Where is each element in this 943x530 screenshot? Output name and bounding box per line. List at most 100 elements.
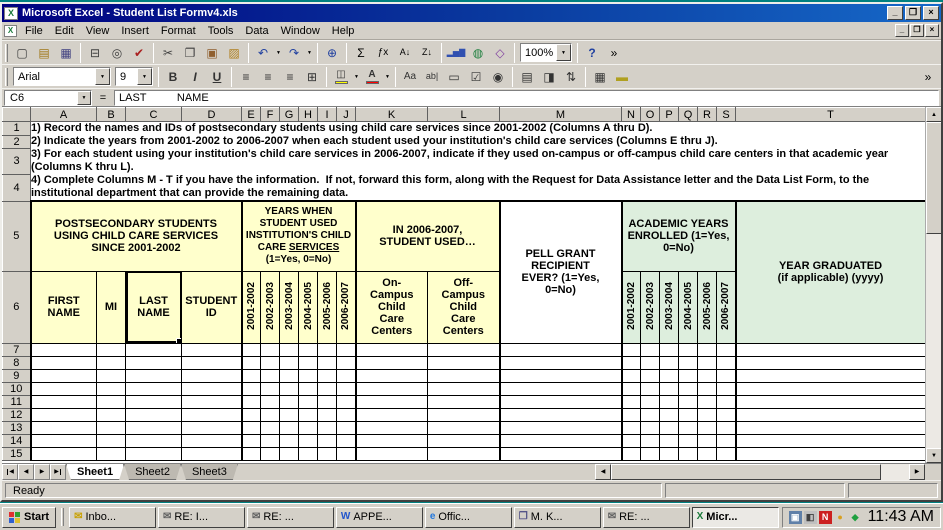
instruction-cell-4[interactable]: 4) Complete Columns M - T if you have th… (31, 174, 926, 201)
zoom-select[interactable]: 100%▼ (520, 43, 572, 62)
cell-O8[interactable] (641, 356, 660, 369)
cell-O12[interactable] (641, 408, 660, 421)
cell-A9[interactable] (31, 369, 97, 382)
cell-R15[interactable] (698, 447, 717, 460)
cell-Q12[interactable] (679, 408, 698, 421)
cell-G9[interactable] (280, 369, 299, 382)
column-header-K[interactable]: K (356, 108, 428, 122)
cell-B13[interactable] (97, 421, 126, 434)
cell-M10[interactable] (500, 382, 622, 395)
option-button-control-button[interactable]: ◉ (487, 67, 509, 87)
cell-A8[interactable] (31, 356, 97, 369)
cell-A11[interactable] (31, 395, 97, 408)
cell-C8[interactable] (126, 356, 182, 369)
new-button[interactable]: ▢ (11, 43, 33, 63)
cell-H9[interactable] (299, 369, 318, 382)
cell-N10[interactable] (622, 382, 641, 395)
edit-formula-button[interactable]: = (97, 92, 109, 104)
cell-O14[interactable] (641, 434, 660, 447)
underline-button[interactable]: U (206, 67, 228, 87)
cell-M11[interactable] (500, 395, 622, 408)
cell-R8[interactable] (698, 356, 717, 369)
column-header-R[interactable]: R (698, 108, 717, 122)
cell-T7[interactable] (736, 343, 926, 356)
cell-J12[interactable] (337, 408, 356, 421)
cell-P7[interactable] (660, 343, 679, 356)
cell-G8[interactable] (280, 356, 299, 369)
cell-E12[interactable] (242, 408, 261, 421)
menu-edit[interactable]: Edit (49, 23, 80, 39)
menu-data[interactable]: Data (239, 23, 274, 39)
tray-volume-icon[interactable]: ◧ (804, 511, 817, 524)
column-header-T[interactable]: T (736, 108, 926, 122)
cell-M15[interactable] (500, 447, 622, 460)
column-header-M[interactable]: M (500, 108, 622, 122)
cell-B8[interactable] (97, 356, 126, 369)
label-control-button[interactable]: Aa (399, 67, 421, 87)
column-header-D[interactable]: D (182, 108, 242, 122)
cell-C7[interactable] (126, 343, 182, 356)
cell-I12[interactable] (318, 408, 337, 421)
tray-app-icon-green[interactable]: ◆ (849, 511, 862, 524)
cell-S8[interactable] (717, 356, 736, 369)
listbox-control-button[interactable]: ▤ (516, 67, 538, 87)
row-header-10[interactable]: 10 (3, 382, 31, 395)
comment-button[interactable]: ▬ (611, 67, 633, 87)
dropdown-arrow-icon[interactable]: ▼ (95, 68, 110, 85)
taskbar-clock[interactable]: 11:43 AM (865, 508, 934, 526)
chart-wizard-button[interactable]: ▂▅▇ (445, 43, 467, 63)
cell-M12[interactable] (500, 408, 622, 421)
cell-D7[interactable] (182, 343, 242, 356)
cell-I11[interactable] (318, 395, 337, 408)
cell-M13[interactable] (500, 421, 622, 434)
toolbar-grip[interactable] (5, 68, 8, 86)
column-header-Q[interactable]: Q (679, 108, 698, 122)
cell-N14[interactable] (622, 434, 641, 447)
row-header-9[interactable]: 9 (3, 369, 31, 382)
cell-A13[interactable] (31, 421, 97, 434)
cell-B10[interactable] (97, 382, 126, 395)
cell-S10[interactable] (717, 382, 736, 395)
cell-I9[interactable] (318, 369, 337, 382)
print-button[interactable]: ⊟ (84, 43, 106, 63)
cut-button[interactable]: ✂ (157, 43, 179, 63)
horizontal-scrollbar[interactable]: ◀ ▶ (595, 464, 925, 480)
select-all-button[interactable] (3, 108, 31, 122)
workbook-close-button[interactable]: × (925, 24, 939, 37)
cell-S15[interactable] (717, 447, 736, 460)
year-header-cell[interactable]: 2004-2005 (299, 271, 318, 343)
year-header-cell[interactable]: 2005-2006 (698, 271, 717, 343)
cell-I8[interactable] (318, 356, 337, 369)
vertical-scrollbar[interactable]: ▲ ▼ (925, 107, 941, 463)
row-header-8[interactable]: 8 (3, 356, 31, 369)
cell-B15[interactable] (97, 447, 126, 460)
cell-D9[interactable] (182, 369, 242, 382)
cell-R14[interactable] (698, 434, 717, 447)
cell-P14[interactable] (660, 434, 679, 447)
cell-C13[interactable] (126, 421, 182, 434)
font-name-select[interactable]: Arial▼ (13, 67, 111, 86)
cell-E10[interactable] (242, 382, 261, 395)
row-header-5[interactable]: 5 (3, 201, 31, 271)
cell-B14[interactable] (97, 434, 126, 447)
cell-T15[interactable] (736, 447, 926, 460)
task-button-window[interactable]: ❐M. K... (514, 507, 601, 528)
cell-R13[interactable] (698, 421, 717, 434)
cell-R12[interactable] (698, 408, 717, 421)
row-header-3[interactable]: 3 (3, 148, 31, 174)
dropdown-arrow-icon[interactable]: ▼ (274, 43, 283, 63)
cell-Q11[interactable] (679, 395, 698, 408)
workbook-restore-button[interactable]: ❐ (910, 24, 924, 37)
open-button[interactable]: ▤ (33, 43, 55, 63)
cell-Q10[interactable] (679, 382, 698, 395)
cell-I15[interactable] (318, 447, 337, 460)
cell-F7[interactable] (261, 343, 280, 356)
task-button-internet-explorer[interactable]: eOffic... (425, 507, 512, 528)
print-preview-button[interactable]: ◎ (106, 43, 128, 63)
scroll-left-button[interactable]: ◀ (595, 464, 611, 480)
redo-button[interactable]: ↷ (283, 43, 305, 63)
cell-G14[interactable] (280, 434, 299, 447)
cell-G15[interactable] (280, 447, 299, 460)
cell-M14[interactable] (500, 434, 622, 447)
column-header-I[interactable]: I (318, 108, 337, 122)
